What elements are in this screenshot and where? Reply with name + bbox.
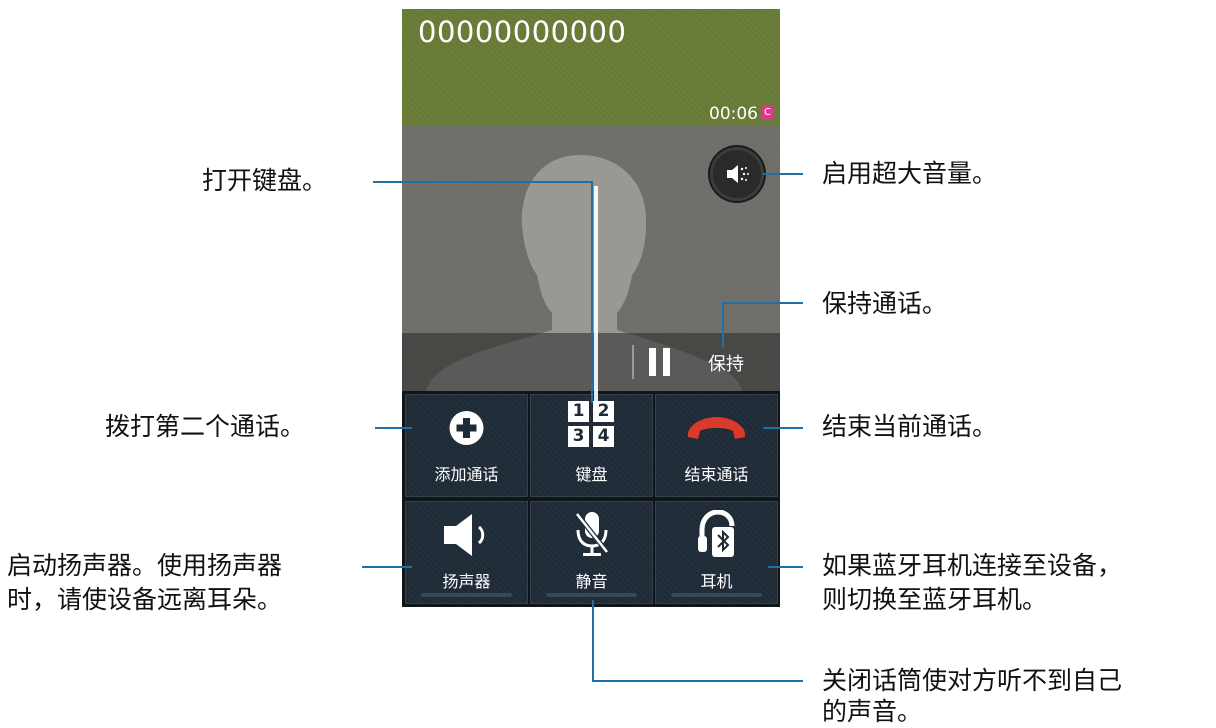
call-timer: 00:06 [709, 104, 758, 124]
keypad-digit: 2 [593, 401, 614, 422]
annotation-speaker-line1: 启动扬声器。使用扬声器 [7, 551, 283, 580]
phone-hangup-icon [687, 417, 746, 439]
add-call-label: 添加通话 [434, 465, 499, 484]
sim-badge: C [761, 106, 774, 120]
headset-indicator [671, 593, 762, 597]
speaker-indicator [421, 593, 512, 597]
speaker-icon [444, 514, 485, 556]
headset-button[interactable]: 耳机 [655, 501, 778, 604]
mute-label: 静音 [575, 572, 608, 591]
annotation-hold-call: 保持通话。 [822, 289, 948, 318]
keypad-button[interactable]: 1 2 3 4 键盘 [530, 394, 653, 497]
keypad-digit: 1 [568, 401, 589, 422]
annotation-mute-line1: 关闭话筒使对方听不到自己 [822, 666, 1123, 695]
annotation-extra-volume: 启用超大音量。 [822, 159, 998, 188]
call-screen: 00000000000 00:06 C 保持 添加通话 1 2 3 4 键盘 结… [402, 9, 780, 607]
speaker-button[interactable]: 扬声器 [405, 501, 528, 604]
annotation-speaker-line2: 时，请使设备远离耳朵。 [7, 585, 283, 614]
annotation-headset-line2: 则切换至蓝牙耳机。 [822, 585, 1048, 614]
plus-circle-icon [449, 411, 484, 445]
add-call-button[interactable]: 添加通话 [405, 394, 528, 497]
pause-icon[interactable] [649, 348, 671, 376]
mute-indicator [546, 593, 637, 597]
extra-volume-icon [727, 165, 749, 183]
call-header: 00000000000 00:06 C [402, 9, 780, 125]
keypad-label: 键盘 [575, 465, 608, 484]
annotation-mute-line2: 的声音。 [822, 697, 923, 726]
annotation-add-call: 拨打第二个通话。 [105, 412, 306, 441]
bluetooth-headset-icon [698, 509, 735, 557]
speaker-label: 扬声器 [442, 572, 491, 591]
keypad-digit: 4 [593, 426, 614, 447]
extra-volume-button[interactable] [710, 147, 764, 201]
mute-button[interactable]: 静音 [530, 501, 653, 604]
hold-divider [632, 345, 634, 379]
annotation-end-call: 结束当前通话。 [822, 412, 998, 441]
annotation-headset-line1: 如果蓝牙耳机连接至设备， [822, 551, 1123, 580]
annotation-open-keypad: 打开键盘。 [202, 166, 328, 195]
mic-off-icon [575, 512, 609, 556]
keypad-digit: 3 [568, 426, 589, 447]
headset-label: 耳机 [700, 572, 733, 591]
keypad-icon: 1 2 3 4 [568, 401, 615, 448]
end-call-button[interactable]: 结束通话 [655, 394, 778, 497]
hold-button[interactable]: 保持 [708, 350, 744, 376]
end-call-label: 结束通话 [684, 465, 749, 484]
phone-number: 00000000000 [418, 15, 627, 49]
call-actions-grid: 添加通话 1 2 3 4 键盘 结束通话 扬声器 静音 耳机 [402, 391, 780, 607]
